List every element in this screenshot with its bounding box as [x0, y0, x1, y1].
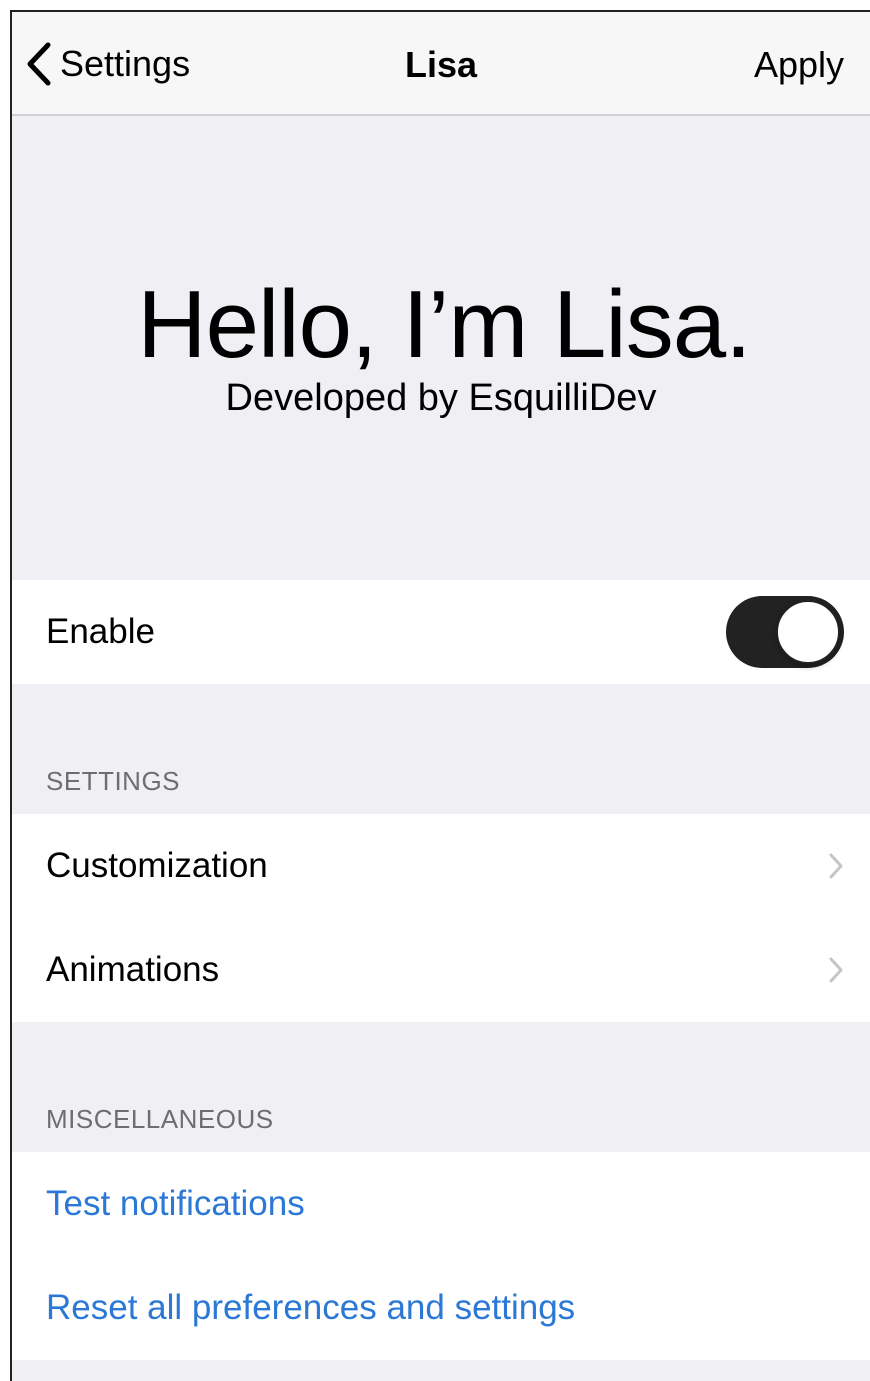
- app-screen: Settings Lisa Apply Hello, I’m Lisa. Dev…: [10, 10, 870, 1381]
- chevron-right-icon: [828, 852, 844, 880]
- toggle-knob: [776, 600, 840, 664]
- list-item-customization[interactable]: Customization: [12, 814, 870, 918]
- navigation-bar: Settings Lisa Apply: [12, 12, 870, 116]
- reset-preferences-button[interactable]: Reset all preferences and settings: [12, 1256, 870, 1360]
- enable-label: Enable: [46, 612, 155, 651]
- list-item-label: Animations: [46, 950, 220, 989]
- page-title: Lisa: [404, 44, 478, 85]
- list-item-animations[interactable]: Animations: [12, 918, 870, 1022]
- list-item-label: Test notifications: [46, 1184, 305, 1223]
- misc-section-header: MISCELLANEOUS: [46, 1104, 274, 1134]
- misc-group: Test notifications Reset all preferences…: [12, 1152, 870, 1360]
- apply-button[interactable]: Apply: [754, 44, 844, 86]
- enable-toggle[interactable]: [726, 596, 844, 668]
- list-item-label: Customization: [46, 846, 268, 885]
- enable-cell: Enable: [12, 580, 870, 684]
- list-item-label: Reset all preferences and settings: [46, 1288, 576, 1327]
- enable-group: Enable: [12, 580, 870, 684]
- hero-title: Hello, I’m Lisa.: [137, 271, 752, 378]
- hero-subtitle: Developed by EsquilliDev: [225, 377, 657, 419]
- test-notifications-button[interactable]: Test notifications: [12, 1152, 870, 1256]
- settings-group: Customization Animations: [12, 814, 870, 1022]
- header-banner: Hello, I’m Lisa. Developed by EsquilliDe…: [12, 270, 870, 422]
- chevron-right-icon: [828, 956, 844, 984]
- settings-section-header: SETTINGS: [46, 766, 181, 796]
